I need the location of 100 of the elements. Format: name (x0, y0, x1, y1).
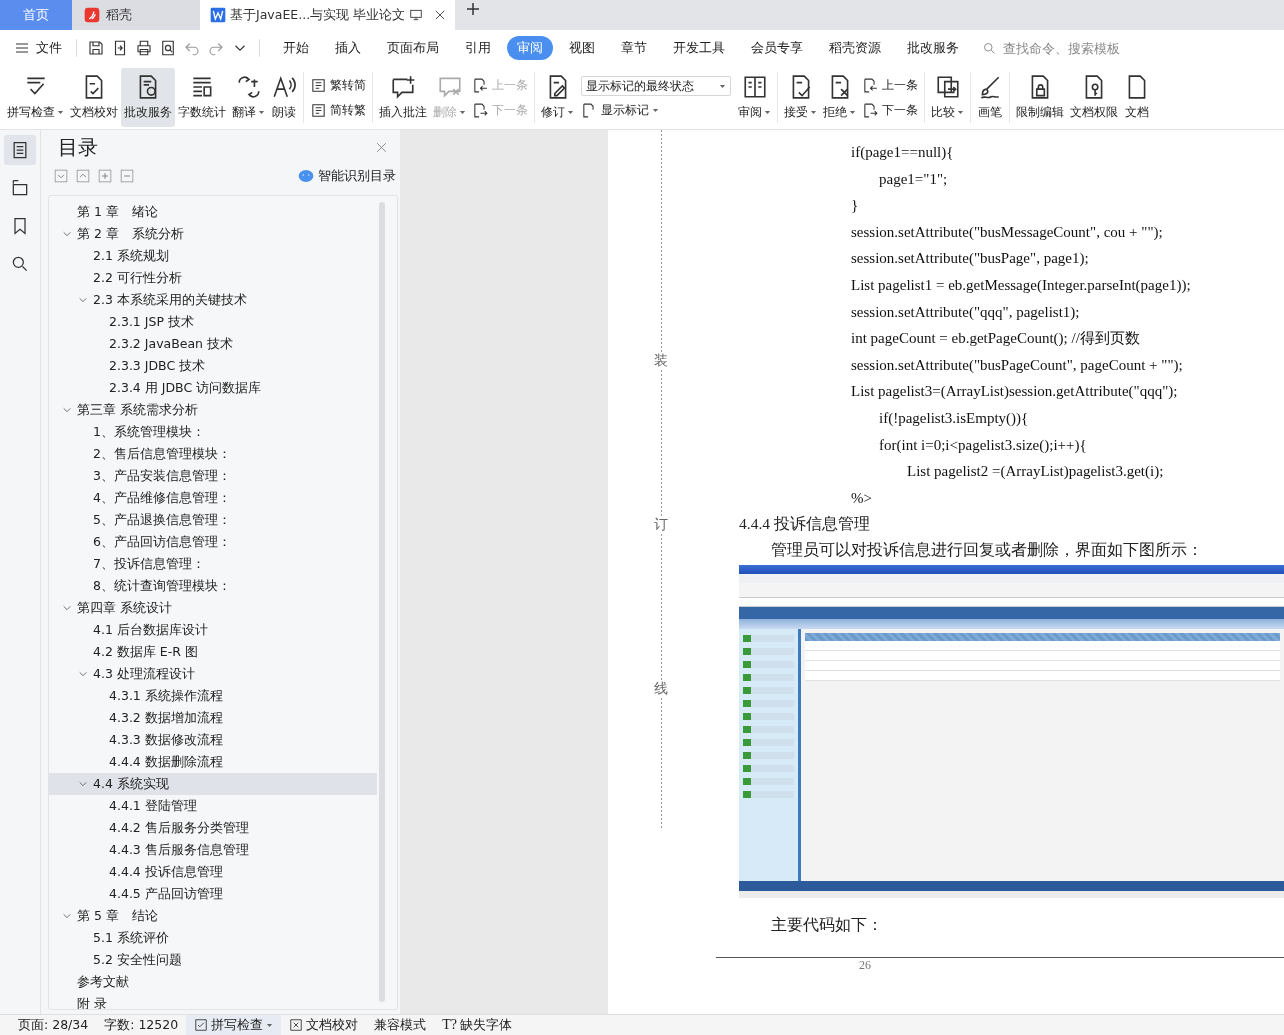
ribbon-tab[interactable]: 开发工具 (663, 36, 735, 60)
toc-item[interactable]: 4.3.3 数据修改流程 (49, 729, 377, 751)
toc-item[interactable]: 4.4 系统实现 (49, 773, 377, 795)
toc-item[interactable]: 2.3 本系统采用的关键技术 (49, 289, 377, 311)
status-button[interactable]: T? 缺失字体 (434, 1015, 520, 1035)
toc-item[interactable]: 第 5 章 结论 (49, 905, 377, 927)
search-field[interactable]: 查找命令、搜索模板 (982, 39, 1145, 57)
ribbon-button[interactable]: 拒绝 (820, 68, 859, 127)
ribbon-tab[interactable]: 引用 (455, 36, 501, 60)
toc-item[interactable]: 1、系统管理模块： (49, 421, 377, 443)
ribbon-button[interactable]: 文档 (1121, 68, 1153, 127)
toc-item[interactable]: 2.3.2 JavaBean 技术 (49, 333, 377, 355)
ribbon-tab[interactable]: 页面布局 (377, 36, 449, 60)
toc-item[interactable]: 4.4.4 投诉信息管理 (49, 861, 377, 883)
chevron-down-icon (78, 295, 88, 305)
toc-item[interactable]: 4.4.1 登陆管理 (49, 795, 377, 817)
code-line: session.setAttribute("qqq", pagelist1); (850, 302, 1081, 322)
panel-title: 目录 (58, 133, 98, 161)
ribbon-button[interactable]: 繁转简 (310, 76, 366, 94)
save-icon[interactable] (87, 39, 105, 57)
ribbon-tab[interactable]: 插入 (325, 36, 371, 60)
ribbon-button[interactable]: 朗读 (268, 68, 300, 127)
read-aloud-icon (271, 74, 297, 100)
ribbon-tab[interactable]: 视图 (559, 36, 605, 60)
ribbon-button[interactable]: 上一条 (862, 76, 918, 94)
ribbon-button[interactable]: 简转繁 (310, 101, 366, 119)
toc-item[interactable]: 2.1 系统规划 (49, 245, 377, 267)
toc-item[interactable]: 4.1 后台数据库设计 (49, 619, 377, 641)
status-text: 页面: 28/34 (17, 1015, 90, 1034)
code-line: List pagelist3=(ArrayList)session.getAttribute("qqq"); (850, 382, 1179, 402)
toc-item[interactable]: 第四章 系统设计 (49, 597, 377, 619)
print-icon[interactable] (135, 39, 153, 57)
ribbon-tab[interactable]: 稻壳资源 (819, 36, 891, 60)
monitor-icon[interactable] (409, 8, 424, 22)
toc-item[interactable]: 4.4.3 售后服务信息管理 (49, 839, 377, 861)
toc-item[interactable]: 参考文献 (49, 971, 377, 993)
toc-item[interactable]: 第三章 系统需求分析 (49, 399, 377, 421)
toc-item[interactable]: 4.3 处理流程设计 (49, 663, 377, 685)
smart-toc-button[interactable]: 智能识别目录 (298, 167, 396, 185)
status-button[interactable]: 拼写检查 (186, 1015, 282, 1035)
toc-item[interactable]: 第 2 章 系统分析 (49, 223, 377, 245)
ribbon-button[interactable]: 文档校对 (67, 68, 121, 127)
file-menu-button[interactable]: 文件 (14, 39, 62, 57)
toc-item[interactable]: 4.4.2 售后服务分类管理 (49, 817, 377, 839)
ribbon-button[interactable]: 拼写检查 (4, 68, 67, 127)
ribbon-button[interactable]: 比较 (928, 68, 967, 127)
toc-item[interactable]: 5.1 系统评价 (49, 927, 377, 949)
caret-icon (57, 109, 64, 116)
toc-item[interactable]: 2.3.3 JDBC 技术 (49, 355, 377, 377)
scrollbar[interactable] (379, 202, 385, 1002)
ribbon-button[interactable]: 字数统计 (175, 68, 229, 127)
toc-item[interactable]: 4.3.1 系统操作流程 (49, 685, 377, 707)
binding-mark: 线 (654, 680, 668, 696)
review-pane-icon (741, 74, 768, 100)
ribbon-button[interactable]: 翻译 (229, 68, 268, 127)
toc-item[interactable]: 2.3.4 用 JDBC 访问数据库 (49, 377, 377, 399)
ribbon-button[interactable]: 修订 (538, 68, 577, 127)
ribbon-button[interactable]: 插入批注 (376, 68, 430, 127)
tab[interactable]: 基于JavaEE...与实现 毕业论文 (200, 0, 455, 30)
toc-item[interactable]: 2、售后信息管理模块： (49, 443, 377, 465)
toc-item[interactable]: 4、产品维修信息管理： (49, 487, 377, 509)
code-line: if(page1==null){ (850, 143, 955, 162)
toc-item[interactable]: 4.4.5 产品回访管理 (49, 883, 377, 905)
app-logo-icon (84, 7, 100, 23)
chevron-down-icon (62, 911, 72, 921)
toc-item[interactable]: 2.3.1 JSP 技术 (49, 311, 377, 333)
toc-item[interactable]: 6、产品回访信息管理： (49, 531, 377, 553)
print-preview-icon[interactable] (159, 39, 177, 57)
ribbon-button[interactable]: 显示标记 (581, 102, 731, 119)
ribbon-tab[interactable]: 批改服务 (897, 36, 969, 60)
toc-item[interactable]: 5.2 安全性问题 (49, 949, 377, 971)
ribbon-button[interactable]: 画笔 (974, 68, 1006, 127)
toc-item[interactable]: 3、产品安装信息管理： (49, 465, 377, 487)
caret-icon (567, 109, 574, 116)
chevron-down-icon (62, 405, 72, 415)
caret-icon (849, 109, 856, 116)
ribbon-button[interactable]: 文档权限 (1067, 68, 1121, 127)
toc-item[interactable]: 2.2 可行性分析 (49, 267, 377, 289)
ribbon-tab[interactable]: 章节 (611, 36, 657, 60)
status-button[interactable]: 文档校对 (281, 1015, 367, 1035)
chevron-down-icon (78, 669, 88, 679)
toc-item[interactable]: 4.3.2 数据增加流程 (49, 707, 377, 729)
sidebar-button[interactable] (4, 135, 36, 165)
toc-item[interactable]: 附 录 (49, 993, 377, 1009)
markup-state-dropdown[interactable]: 显示标记的最终状态 (581, 76, 731, 96)
toc-item[interactable]: 7、投诉信息管理： (49, 553, 377, 575)
chevron-down-icon (62, 603, 72, 613)
toc-item[interactable]: 第 1 章 绪论 (49, 201, 377, 223)
ribbon-button[interactable]: 接受 (781, 68, 820, 127)
toc-item[interactable]: 4.2 数据库 E-R 图 (49, 641, 377, 663)
toc-item[interactable]: 4.4.4 数据删除流程 (49, 751, 377, 773)
ribbon-button[interactable]: 限制编辑 (1013, 68, 1067, 127)
ribbon-button[interactable]: 批改服务 (121, 68, 175, 127)
ribbon-tab[interactable]: 会员专享 (741, 36, 813, 60)
ribbon-button[interactable]: 审阅 (735, 68, 774, 127)
tab[interactable]: 稻壳 (72, 0, 200, 30)
ribbon-button[interactable]: 下一条 (862, 101, 918, 119)
toc-item[interactable]: 8、统计查询管理模块： (49, 575, 377, 597)
ribbon-tab[interactable]: 开始 (273, 36, 319, 60)
toc-item[interactable]: 5、产品退换信息管理： (49, 509, 377, 531)
